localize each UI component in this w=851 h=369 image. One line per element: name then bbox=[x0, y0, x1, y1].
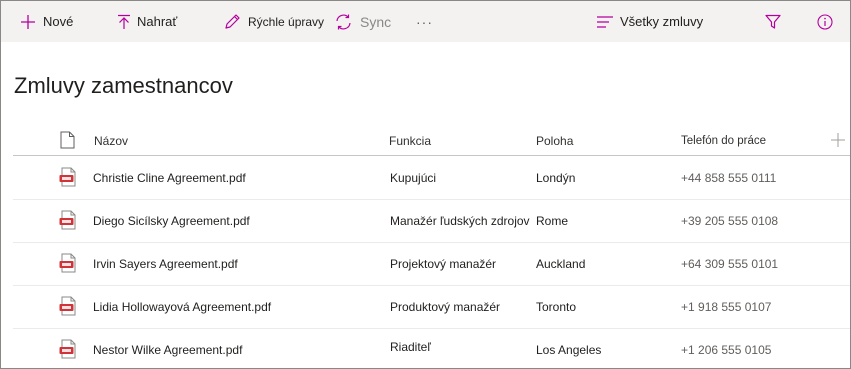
info-icon bbox=[817, 13, 833, 30]
location-cell: Londýn bbox=[536, 170, 576, 185]
add-column-button[interactable] bbox=[831, 129, 845, 153]
function-cell: Projektový manažér bbox=[390, 256, 497, 271]
sync-label: Sync bbox=[360, 13, 392, 30]
column-header-function[interactable]: Funkcia bbox=[389, 129, 431, 153]
document-library: Nové Nahrať Rýchle úpravy Sync ··· Všetk… bbox=[0, 0, 851, 369]
phone-cell: +1 206 555 0105 bbox=[681, 342, 772, 357]
file-icon bbox=[60, 131, 75, 152]
file-name-link[interactable]: Lidia Hollowayová Agreement.pdf bbox=[93, 285, 271, 328]
table-row[interactable]: Nestor Wilke Agreement.pdf Riaditeľ Los … bbox=[13, 328, 850, 368]
location-cell: Toronto bbox=[536, 299, 577, 314]
phone-cell: +44 858 555 0111 bbox=[681, 170, 777, 185]
upload-label: Nahrať bbox=[137, 14, 178, 29]
command-bar: Nové Nahrať Rýchle úpravy Sync ··· Všetk… bbox=[1, 1, 850, 42]
add-column-icon bbox=[831, 132, 845, 150]
pdf-icon bbox=[59, 339, 77, 359]
pencil-icon bbox=[224, 13, 241, 30]
upload-button[interactable]: Nahrať bbox=[117, 1, 177, 42]
quick-edit-label: Rýchle úpravy bbox=[248, 14, 325, 29]
table-row[interactable]: Christie Cline Agreement.pdf Kupujúci Lo… bbox=[13, 156, 850, 200]
page-title: Zmluvy zamestnancov bbox=[14, 73, 233, 98]
function-cell: Manažér ľudských zdrojov bbox=[390, 213, 530, 228]
filter-button[interactable] bbox=[765, 1, 781, 42]
more-button[interactable]: ··· bbox=[416, 1, 433, 42]
pdf-icon bbox=[59, 253, 77, 273]
new-label: Nové bbox=[43, 14, 74, 29]
location-cell: Auckland bbox=[536, 256, 586, 271]
view-selector[interactable]: Všetky zmluvy bbox=[597, 1, 703, 42]
phone-cell: +64 309 555 0101 bbox=[681, 256, 779, 271]
file-type-header[interactable] bbox=[60, 129, 75, 153]
new-button[interactable]: Nové bbox=[20, 1, 73, 42]
table-row[interactable]: Irvin Sayers Agreement.pdf Projektový ma… bbox=[13, 242, 850, 286]
function-cell: Riaditeľ bbox=[390, 340, 431, 354]
location-cell: Rome bbox=[536, 213, 569, 228]
sync-icon bbox=[334, 13, 353, 31]
table-row[interactable]: Lidia Hollowayová Agreement.pdf Produkto… bbox=[13, 285, 850, 329]
file-name-link[interactable]: Diego Sicílsky Agreement.pdf bbox=[93, 199, 250, 242]
column-header-name[interactable]: Názov bbox=[94, 129, 128, 153]
pdf-icon bbox=[59, 296, 77, 316]
phone-cell: +1 918 555 0107 bbox=[681, 299, 772, 314]
more-icon: ··· bbox=[416, 13, 433, 30]
pdf-icon bbox=[59, 167, 77, 187]
file-name-link[interactable]: Christie Cline Agreement.pdf bbox=[93, 156, 246, 199]
quick-edit-button[interactable]: Rýchle úpravy bbox=[224, 1, 324, 42]
info-button[interactable] bbox=[817, 1, 833, 42]
phone-cell: +39 205 555 0108 bbox=[681, 213, 779, 228]
view-lines-icon bbox=[597, 15, 613, 28]
file-name-link[interactable]: Nestor Wilke Agreement.pdf bbox=[93, 328, 242, 368]
plus-icon bbox=[20, 14, 36, 30]
function-cell: Kupujúci bbox=[390, 170, 437, 185]
function-cell: Produktový manažér bbox=[390, 299, 501, 314]
filter-icon bbox=[765, 14, 781, 30]
location-cell: Los Angeles bbox=[536, 342, 602, 357]
view-label: Všetky zmluvy bbox=[620, 14, 704, 29]
sync-button[interactable]: Sync bbox=[334, 1, 391, 42]
file-name-link[interactable]: Irvin Sayers Agreement.pdf bbox=[93, 242, 238, 285]
table-row[interactable]: Diego Sicílsky Agreement.pdf Manažér ľud… bbox=[13, 199, 850, 243]
pdf-icon bbox=[59, 210, 77, 230]
column-header-phone[interactable]: Telefón do práce bbox=[681, 129, 766, 153]
column-header-location[interactable]: Poloha bbox=[536, 129, 573, 153]
upload-icon bbox=[117, 14, 131, 30]
